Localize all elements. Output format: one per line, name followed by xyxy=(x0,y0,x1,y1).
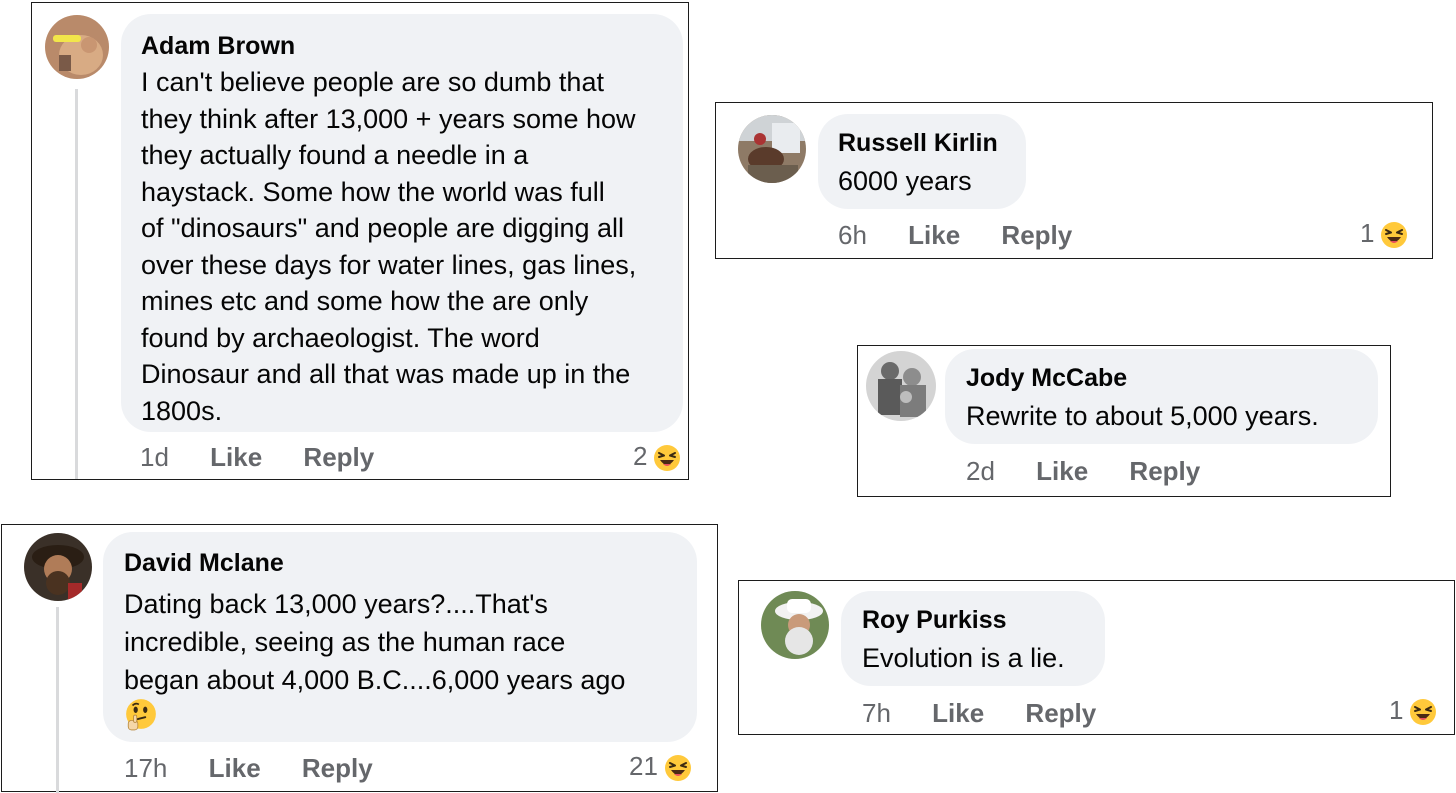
comment-bubble: Adam Brown I can't believe people are so… xyxy=(121,14,683,432)
comment-timestamp[interactable]: 1d xyxy=(140,442,169,472)
commenter-name[interactable]: Roy Purkiss xyxy=(862,604,1084,636)
comment-card-roy-purkiss: Roy Purkiss Evolution is a lie. 7h Like … xyxy=(738,580,1455,735)
avatar[interactable] xyxy=(866,351,936,421)
comment-actions: 2d Like Reply xyxy=(966,456,1200,486)
avatar[interactable] xyxy=(24,533,92,601)
like-button[interactable]: Like xyxy=(210,442,262,472)
comment-timestamp[interactable]: 6h xyxy=(838,220,867,250)
comment-card-russell-kirlin: Russell Kirlin 6000 years 6h Like Reply … xyxy=(715,102,1433,259)
comment-bubble: Russell Kirlin 6000 years xyxy=(818,114,1026,209)
avatar[interactable] xyxy=(761,591,829,659)
comment-actions: 6h Like Reply xyxy=(838,220,1072,250)
thinking-face-icon xyxy=(126,699,156,731)
comment-card-adam-brown: Adam Brown I can't believe people are so… xyxy=(31,2,689,480)
laughing-emoji-icon xyxy=(1409,698,1437,726)
comment-text: Rewrite to about 5,000 years. xyxy=(966,401,1319,431)
comment-text: Dating back 13,000 years?....That's incr… xyxy=(124,589,626,695)
reaction-count: 1 xyxy=(1389,695,1404,725)
comment-bubble: Jody McCabe Rewrite to about 5,000 years… xyxy=(945,349,1378,444)
laughing-emoji-icon xyxy=(653,444,681,472)
reaction-count: 1 xyxy=(1360,218,1375,248)
reaction-summary[interactable]: 1 xyxy=(1360,218,1408,249)
comment-timestamp[interactable]: 7h xyxy=(862,698,891,728)
reply-button[interactable]: Reply xyxy=(302,753,373,783)
commenter-name[interactable]: Adam Brown xyxy=(141,30,663,62)
reaction-summary[interactable]: 1 xyxy=(1389,695,1437,726)
like-button[interactable]: Like xyxy=(932,698,984,728)
like-button[interactable]: Like xyxy=(209,753,261,783)
thread-line xyxy=(56,607,59,793)
comment-actions: 1d Like Reply xyxy=(140,442,374,472)
reply-button[interactable]: Reply xyxy=(1129,456,1200,486)
thread-line xyxy=(75,89,78,479)
comment-text: Evolution is a lie. xyxy=(862,643,1065,673)
comment-card-david-mclane: David Mclane Dating back 13,000 years?..… xyxy=(1,524,718,793)
reaction-count: 2 xyxy=(633,441,648,471)
reaction-count: 21 xyxy=(629,751,658,781)
comment-bubble: David Mclane Dating back 13,000 years?..… xyxy=(103,532,697,742)
commenter-name[interactable]: David Mclane xyxy=(124,547,676,579)
comment-timestamp[interactable]: 2d xyxy=(966,456,995,486)
comment-text: 6000 years xyxy=(838,166,972,196)
comment-actions: 7h Like Reply xyxy=(862,698,1096,728)
comment-actions: 17h Like Reply xyxy=(124,753,373,783)
laughing-emoji-icon xyxy=(1380,221,1408,249)
comment-timestamp[interactable]: 17h xyxy=(124,753,167,783)
reaction-summary[interactable]: 2 xyxy=(633,441,681,472)
comment-text: I can't believe people are so dumb that … xyxy=(141,67,637,426)
comment-bubble: Roy Purkiss Evolution is a lie. xyxy=(841,591,1105,686)
laughing-emoji-icon xyxy=(664,754,692,782)
avatar[interactable] xyxy=(738,115,806,183)
avatar[interactable] xyxy=(45,15,109,79)
reaction-summary[interactable]: 21 xyxy=(629,751,692,782)
like-button[interactable]: Like xyxy=(1036,456,1088,486)
commenter-name[interactable]: Jody McCabe xyxy=(966,362,1357,394)
reply-button[interactable]: Reply xyxy=(303,442,374,472)
reply-button[interactable]: Reply xyxy=(1025,698,1096,728)
comment-card-jody-mccabe: Jody McCabe Rewrite to about 5,000 years… xyxy=(857,345,1391,497)
reply-button[interactable]: Reply xyxy=(1001,220,1072,250)
commenter-name[interactable]: Russell Kirlin xyxy=(838,127,1006,159)
like-button[interactable]: Like xyxy=(908,220,960,250)
